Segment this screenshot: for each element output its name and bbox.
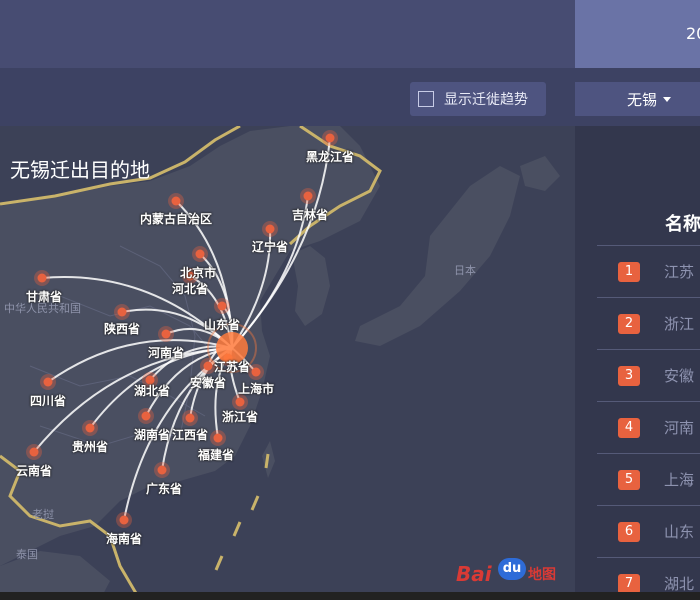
province-label: 安徽省 bbox=[189, 376, 227, 390]
province-label: 江西省 bbox=[171, 428, 209, 442]
japan-label: 日本 bbox=[454, 264, 476, 277]
province-label: 四川省 bbox=[29, 394, 67, 408]
province-label: 河南省 bbox=[147, 346, 185, 360]
rank-badge: 6 bbox=[618, 522, 640, 542]
destination-node[interactable] bbox=[217, 301, 227, 311]
laos-label: 老挝 bbox=[32, 508, 54, 521]
province-label: 北京市 bbox=[179, 266, 217, 280]
city-label: 无锡 bbox=[627, 90, 658, 109]
province-label: 内蒙古自治区 bbox=[139, 212, 213, 226]
rank-badge: 1 bbox=[618, 262, 640, 282]
ranking-row[interactable]: 5 上海 bbox=[575, 454, 700, 506]
baidu-logo-text: Bai bbox=[456, 562, 492, 586]
ranking-row[interactable]: 1 江苏 bbox=[575, 246, 700, 298]
ranking-header: 名称 bbox=[665, 214, 700, 235]
ranking-panel: 名称 1 江苏 2 浙江 3 安徽 4 河南 5 上海 6 山东 7 湖北 bbox=[575, 126, 700, 600]
province-label: 湖南省 bbox=[133, 428, 171, 442]
destination-node[interactable] bbox=[325, 133, 335, 143]
ranking-row[interactable]: 6 山东 bbox=[575, 506, 700, 558]
rank-name: 浙江 bbox=[664, 315, 695, 333]
province-label: 海南省 bbox=[105, 532, 143, 546]
bottom-edge bbox=[0, 592, 700, 600]
province-label: 黑龙江省 bbox=[305, 150, 355, 164]
map-title: 无锡迁出目的地 bbox=[10, 158, 150, 182]
province-label: 辽宁省 bbox=[251, 240, 289, 254]
destination-node[interactable] bbox=[161, 329, 171, 339]
province-label: 甘肃省 bbox=[25, 290, 63, 304]
rank-badge: 3 bbox=[618, 366, 640, 386]
chevron-down-icon bbox=[663, 96, 672, 102]
rank-name: 上海 bbox=[664, 471, 695, 489]
destination-node[interactable] bbox=[43, 377, 53, 387]
ranking-row[interactable]: 3 安徽 bbox=[575, 350, 700, 402]
thailand-label: 泰国 bbox=[16, 548, 38, 561]
province-label: 福建省 bbox=[197, 448, 235, 462]
destination-node[interactable] bbox=[251, 367, 261, 377]
province-label: 浙江省 bbox=[221, 410, 259, 424]
province-label: 贵州省 bbox=[71, 440, 109, 454]
rank-name: 河南 bbox=[664, 419, 695, 437]
destination-node[interactable] bbox=[117, 307, 127, 317]
province-label: 陕西省 bbox=[103, 322, 141, 336]
city-select[interactable]: 无锡 bbox=[575, 82, 700, 116]
ranking-row[interactable]: 2 浙江 bbox=[575, 298, 700, 350]
rank-badge: 2 bbox=[618, 314, 640, 334]
destination-node[interactable] bbox=[119, 515, 129, 525]
rank-badge: 4 bbox=[618, 418, 640, 438]
destination-node[interactable] bbox=[171, 196, 181, 206]
province-label: 河北省 bbox=[171, 282, 209, 296]
rank-name: 江苏 bbox=[664, 263, 695, 281]
destination-node[interactable] bbox=[213, 433, 223, 443]
ranking-row[interactable]: 4 河南 bbox=[575, 402, 700, 454]
province-label: 吉林省 bbox=[291, 208, 329, 222]
destination-node[interactable] bbox=[37, 273, 47, 283]
year-label[interactable]: 20 bbox=[686, 24, 700, 43]
migration-map[interactable]: 无锡迁出目的地 中华人民共和国 日本 老挝 泰国 黑龙江省 吉林省 辽宁省 内蒙古自治… bbox=[0, 126, 575, 600]
rank-name: 湖北 bbox=[664, 575, 695, 593]
baidu-paw-icon: du bbox=[498, 558, 526, 580]
province-label: 广东省 bbox=[145, 482, 183, 496]
destination-node[interactable] bbox=[203, 361, 213, 371]
destination-node[interactable] bbox=[185, 413, 195, 423]
date-selector[interactable] bbox=[575, 0, 700, 68]
province-label: 云南省 bbox=[15, 464, 53, 478]
show-trend-toggle[interactable]: 显示迁徙趋势 bbox=[410, 82, 546, 116]
trend-label: 显示迁徙趋势 bbox=[444, 92, 528, 108]
rank-name: 山东 bbox=[664, 523, 695, 541]
rank-badge: 5 bbox=[618, 470, 640, 490]
rank-badge: 7 bbox=[618, 574, 640, 594]
destination-node[interactable] bbox=[265, 224, 275, 234]
province-label: 山东省 bbox=[203, 318, 241, 332]
baidu-map-text: 地图 bbox=[528, 567, 556, 583]
destination-node[interactable] bbox=[235, 397, 245, 407]
map-canvas bbox=[0, 126, 575, 600]
destination-node[interactable] bbox=[195, 249, 205, 259]
destination-node[interactable] bbox=[157, 465, 167, 475]
province-label: 江苏省 bbox=[213, 360, 251, 374]
destination-node[interactable] bbox=[141, 411, 151, 421]
province-label: 上海市 bbox=[237, 382, 275, 396]
province-label: 湖北省 bbox=[133, 384, 171, 398]
destination-node[interactable] bbox=[29, 447, 39, 457]
rank-name: 安徽 bbox=[664, 367, 695, 385]
trend-checkbox[interactable] bbox=[418, 91, 434, 107]
destination-node[interactable] bbox=[85, 423, 95, 433]
destination-node[interactable] bbox=[303, 191, 313, 201]
